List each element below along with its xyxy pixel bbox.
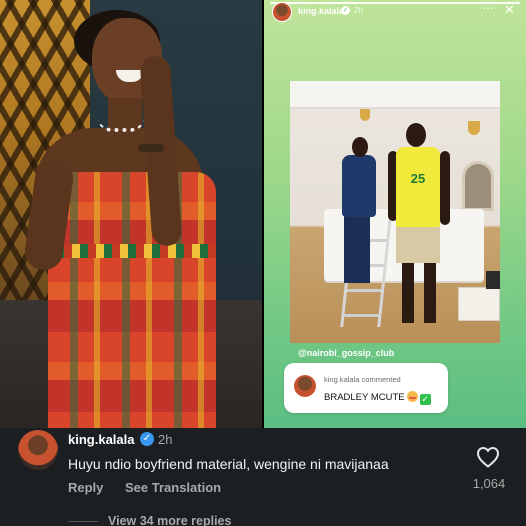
man-on-ladder-head <box>352 137 368 157</box>
comment-username[interactable]: king.kalala <box>68 432 134 447</box>
man-on-ladder-shirt <box>342 155 376 217</box>
story-username[interactable]: king.kalala <box>298 6 344 16</box>
story-shared-photo[interactable]: 25 <box>290 81 500 343</box>
mention-tag[interactable]: @nairobi_gossip_club <box>298 348 394 358</box>
comment-text: Huyu ndio boyfriend material, wengine ni… <box>68 456 389 472</box>
dress-pattern-band <box>48 244 216 258</box>
check-mark-emoji-icon: ✓ <box>419 394 431 405</box>
sticker-text: BRADLEY MCUTE <box>324 392 405 403</box>
comment-panel: king.kalala ✓ 2h Huyu ndio boyfriend mat… <box>0 428 526 526</box>
more-options-icon[interactable]: ⋯ <box>482 1 495 15</box>
verified-badge-icon: ✓ <box>140 432 154 446</box>
sticker-text-row: BRADLEY MCUTE ✓ <box>324 391 431 405</box>
pendant-lamp <box>468 121 480 135</box>
arched-mirror <box>462 161 494 211</box>
tall-man-shorts <box>396 227 440 263</box>
sticker-avatar <box>294 375 316 397</box>
heart-outline-icon[interactable] <box>476 446 500 468</box>
ceiling <box>290 81 500 109</box>
like-count: 1,064 <box>472 476 506 491</box>
african-print-dress <box>48 172 216 428</box>
pendant-lamp <box>360 109 370 121</box>
sticker-meta: king.kalala commented <box>324 375 401 384</box>
desk <box>458 287 500 321</box>
left-photo <box>0 0 262 428</box>
comment-timestamp: 2h <box>158 432 173 447</box>
tall-man-right-arm <box>440 151 450 225</box>
story-panel[interactable]: king.kalala ✓ 2h ⋯ ✕ 25 @nairobi_gossip_… <box>264 0 526 428</box>
story-avatar[interactable] <box>272 2 292 22</box>
monitor <box>486 271 500 289</box>
bracelet <box>138 144 164 152</box>
tall-man-head <box>406 123 426 147</box>
pearl-necklace <box>98 118 144 132</box>
view-more-replies-button[interactable]: View 34 more replies <box>108 514 231 526</box>
verified-badge-icon: ✓ <box>341 6 350 15</box>
blushing-face-emoji-icon <box>406 391 418 402</box>
tall-man-legs <box>402 263 436 323</box>
yellow-jersey <box>396 147 440 227</box>
close-icon[interactable]: ✕ <box>504 2 515 18</box>
man-on-ladder-legs <box>344 215 370 283</box>
comment-avatar[interactable] <box>18 430 58 470</box>
replies-divider <box>68 521 98 522</box>
see-translation-button[interactable]: See Translation <box>125 480 221 495</box>
reply-button[interactable]: Reply <box>68 480 103 495</box>
story-timestamp: 2h <box>354 6 363 15</box>
comment-sticker[interactable]: king.kalala commented BRADLEY MCUTE ✓ <box>284 363 448 413</box>
jersey-number: 25 <box>410 171 426 186</box>
